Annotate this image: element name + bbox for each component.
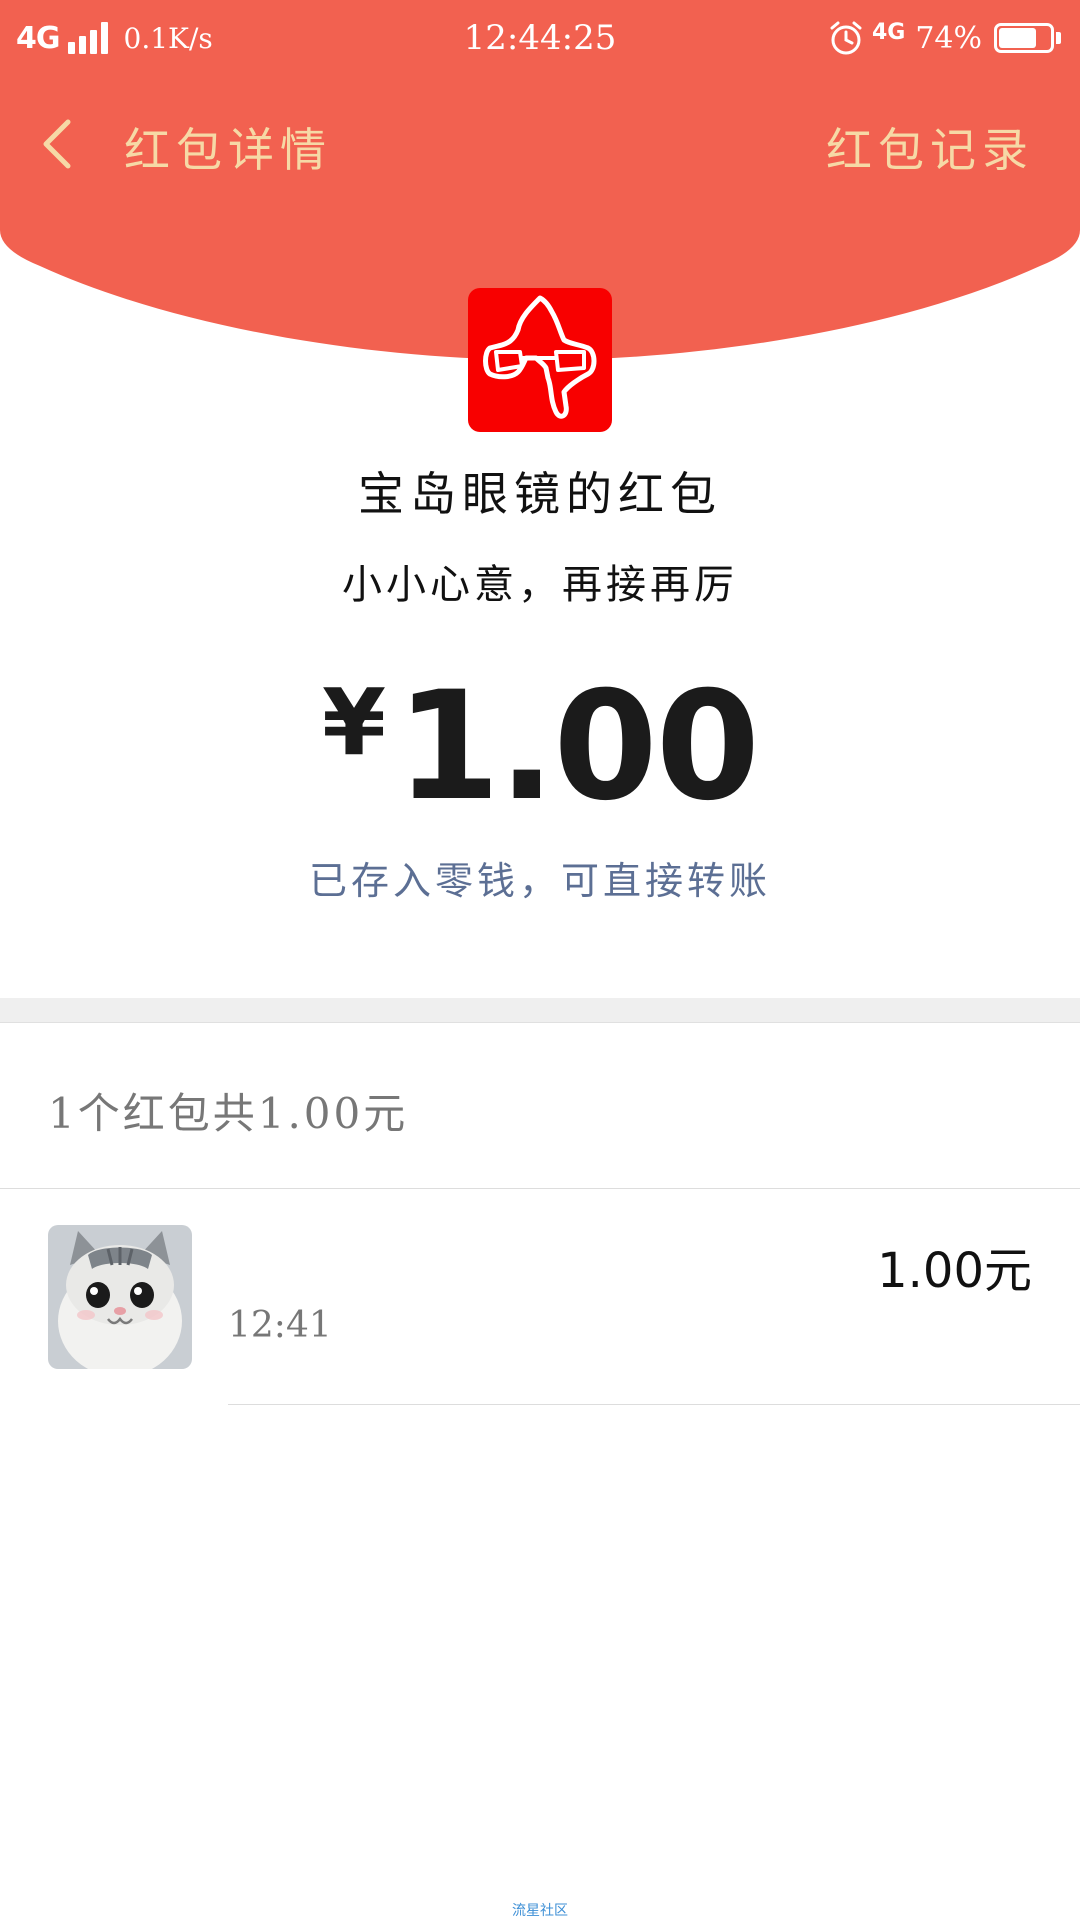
network-type-right: 4G [871,19,906,45]
battery-tip [1056,32,1061,44]
amount-value: 1.00 [395,660,760,834]
cat-avatar-icon [48,1225,192,1369]
watermark: 流星社区 [512,1903,568,1919]
record-time: 12:41 [228,1305,332,1346]
list-item[interactable]: 12:41 1.00元 [0,1189,1080,1405]
title-bar: 红包详情 红包记录 [0,100,1080,190]
back-button[interactable] [30,114,90,174]
battery-icon [994,23,1062,53]
sender-logo [468,288,612,432]
alarm-icon [830,21,862,55]
chevron-left-icon [43,119,71,169]
saved-to-wallet-link[interactable]: 已存入零钱，可直接转账 [0,850,1080,905]
currency-symbol: ¥ [321,669,386,776]
eyeglasses-logo-icon [483,295,597,419]
packet-summary: 1个红包共1.00元 [48,1089,409,1138]
greeting-message: 小小心意，再接再厉 [342,562,738,608]
status-right: 4G 74% [828,16,1062,60]
avatar[interactable] [48,1225,192,1369]
record-amount: 1.00元 [877,1243,1032,1299]
section-divider [0,998,1080,1023]
divider-line [228,1404,1080,1405]
page-title: 红包详情 [124,123,332,177]
sender-name: 宝岛眼镜的红包 [358,467,722,521]
battery-percent: 74% [915,20,982,56]
records-link[interactable]: 红包记录 [826,114,1034,180]
battery-fill [999,28,1036,48]
status-bar: 4G 0.1K/s 12:44:25 4G 74% [0,0,1080,78]
amount-display: ¥1.00 [0,660,1080,834]
